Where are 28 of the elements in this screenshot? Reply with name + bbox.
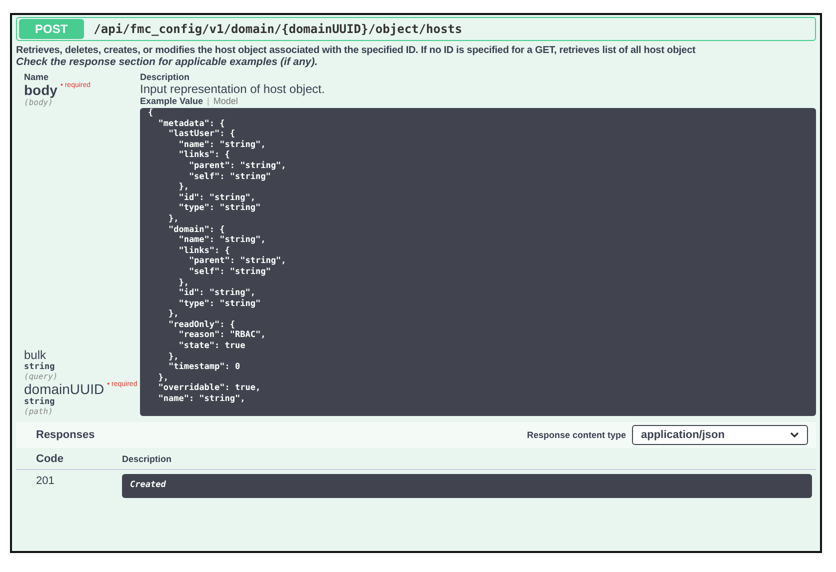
column-heading: Name — [24, 72, 50, 82]
code-block: { "metadata": { "lastUser": { "name": "string", "links": { "parent": "string", "self": "string" }, "id": "string", "type": "string" }, "domain": { "name": "string", "links": { "parent": "string", "self": "string" }, "id": "string", "type": "string" }, "readOnly": { "reason": "RBAC", "state": true }, "timestamp": 0 }, "overridable": true, "name": "string", — [140, 108, 816, 416]
endpoint-path: /api/fmc_config/v1/domain/{domainUUID}/object/hosts — [94, 22, 462, 36]
operation-description: Retrieves, deletes, creates, or modifies the host object associated with the specified ID. If no ID is specified for a GET, retrieves list of all host object — [16, 45, 696, 56]
parameter-description: Input representation of host object. — [140, 82, 326, 96]
responses-title: Responses — [36, 429, 95, 441]
parameter-location: (path) — [24, 407, 53, 416]
parameter-location: (query) — [24, 372, 58, 381]
example-tab[interactable]: Example Value — [140, 96, 204, 106]
example-tab[interactable]: Model — [213, 96, 238, 106]
chevron-down-icon — [790, 432, 799, 438]
parameter-name: body — [24, 82, 58, 98]
column-heading: Code — [36, 453, 64, 465]
operation-note: Check the response section for applicable examples (if any). — [16, 56, 319, 68]
content-type-label: Response content type — [526, 430, 626, 440]
tab-separator: | — [207, 96, 210, 106]
column-heading: Description — [140, 72, 191, 82]
parameter-type: string — [24, 397, 55, 407]
column-heading: Description — [122, 454, 173, 464]
operation-header[interactable]: POST /api/fmc_config/v1/domain/{domainUUID}/object/hosts — [16, 17, 816, 41]
parameter-name: bulk — [24, 348, 46, 362]
content-type-select[interactable]: application/json — [632, 425, 808, 445]
response-description: Created — [122, 474, 812, 498]
parameter-location: (body) — [24, 98, 53, 107]
parameter-type: string — [24, 362, 55, 372]
method-badge: POST — [19, 19, 84, 39]
parameter-name: domainUUID — [24, 381, 104, 397]
response-code: 201 — [36, 474, 56, 488]
